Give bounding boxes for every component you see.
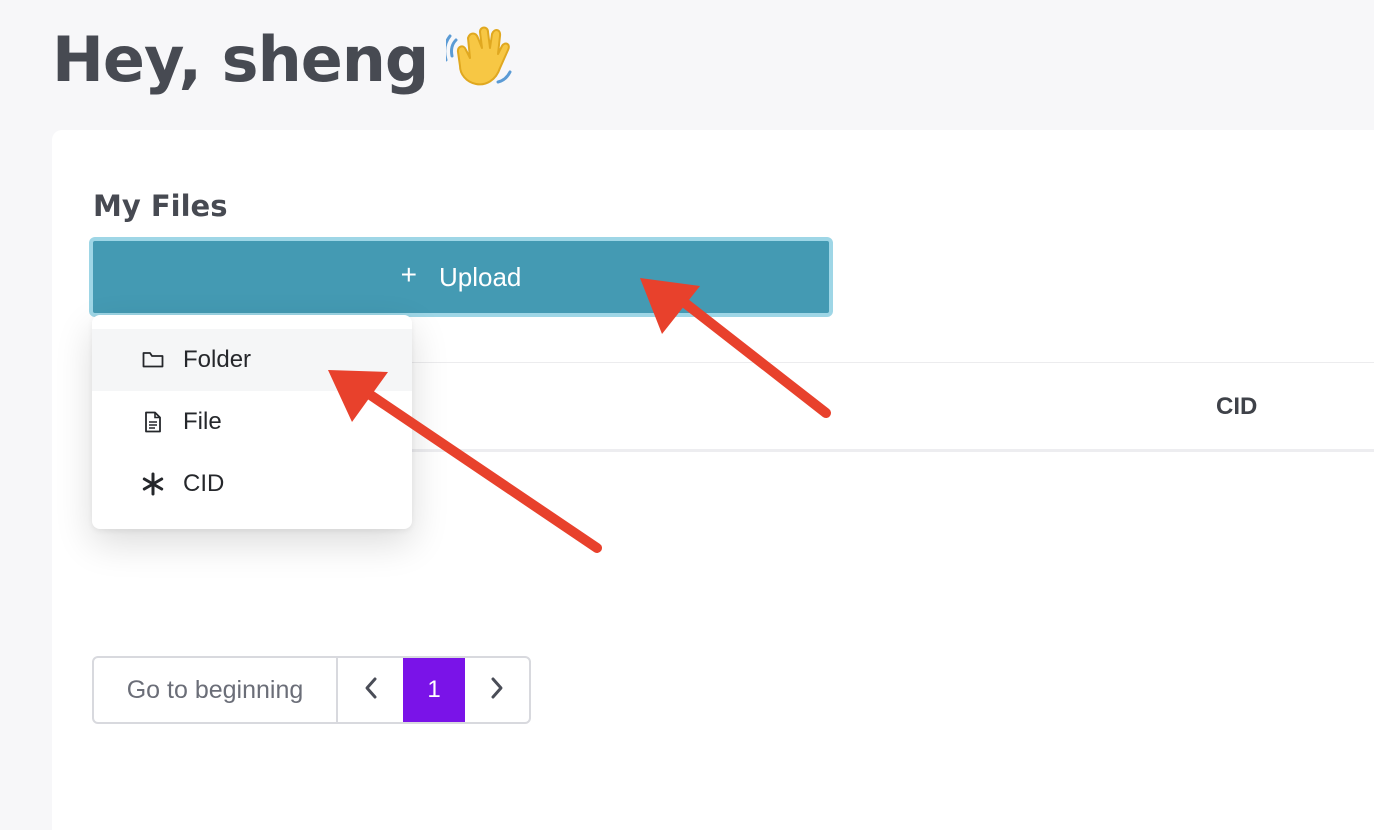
menu-item-label: CID — [183, 470, 225, 497]
waving-hand-icon — [443, 26, 516, 109]
chevron-right-icon — [490, 676, 504, 705]
upload-button-label: Upload — [438, 261, 522, 292]
next-page-button[interactable] — [465, 658, 529, 722]
menu-item-label: Folder — [183, 346, 252, 373]
menu-item-cid[interactable]: CID — [92, 453, 412, 515]
pagination: Go to beginning 1 — [92, 656, 531, 724]
upload-dropdown-menu: Folder File CID — [92, 315, 412, 529]
column-header-cid[interactable]: CID — [1216, 392, 1257, 422]
page-number-button[interactable]: 1 — [403, 658, 465, 722]
go-to-beginning-button[interactable]: Go to beginning — [94, 658, 338, 722]
plus-icon: + — [400, 259, 417, 290]
section-title: My Files — [93, 189, 228, 223]
greeting-text: Hey, sheng — [52, 23, 429, 96]
menu-item-file[interactable]: File — [92, 391, 412, 453]
greeting-heading: Hey, sheng — [52, 20, 516, 109]
upload-button[interactable]: + Upload — [89, 237, 833, 317]
chevron-left-icon — [364, 676, 378, 705]
file-icon — [141, 410, 165, 434]
asterisk-icon — [141, 472, 165, 496]
previous-page-button[interactable] — [338, 658, 403, 722]
menu-item-folder[interactable]: Folder — [92, 329, 412, 391]
folder-icon — [141, 348, 165, 372]
menu-item-label: File — [183, 408, 222, 435]
